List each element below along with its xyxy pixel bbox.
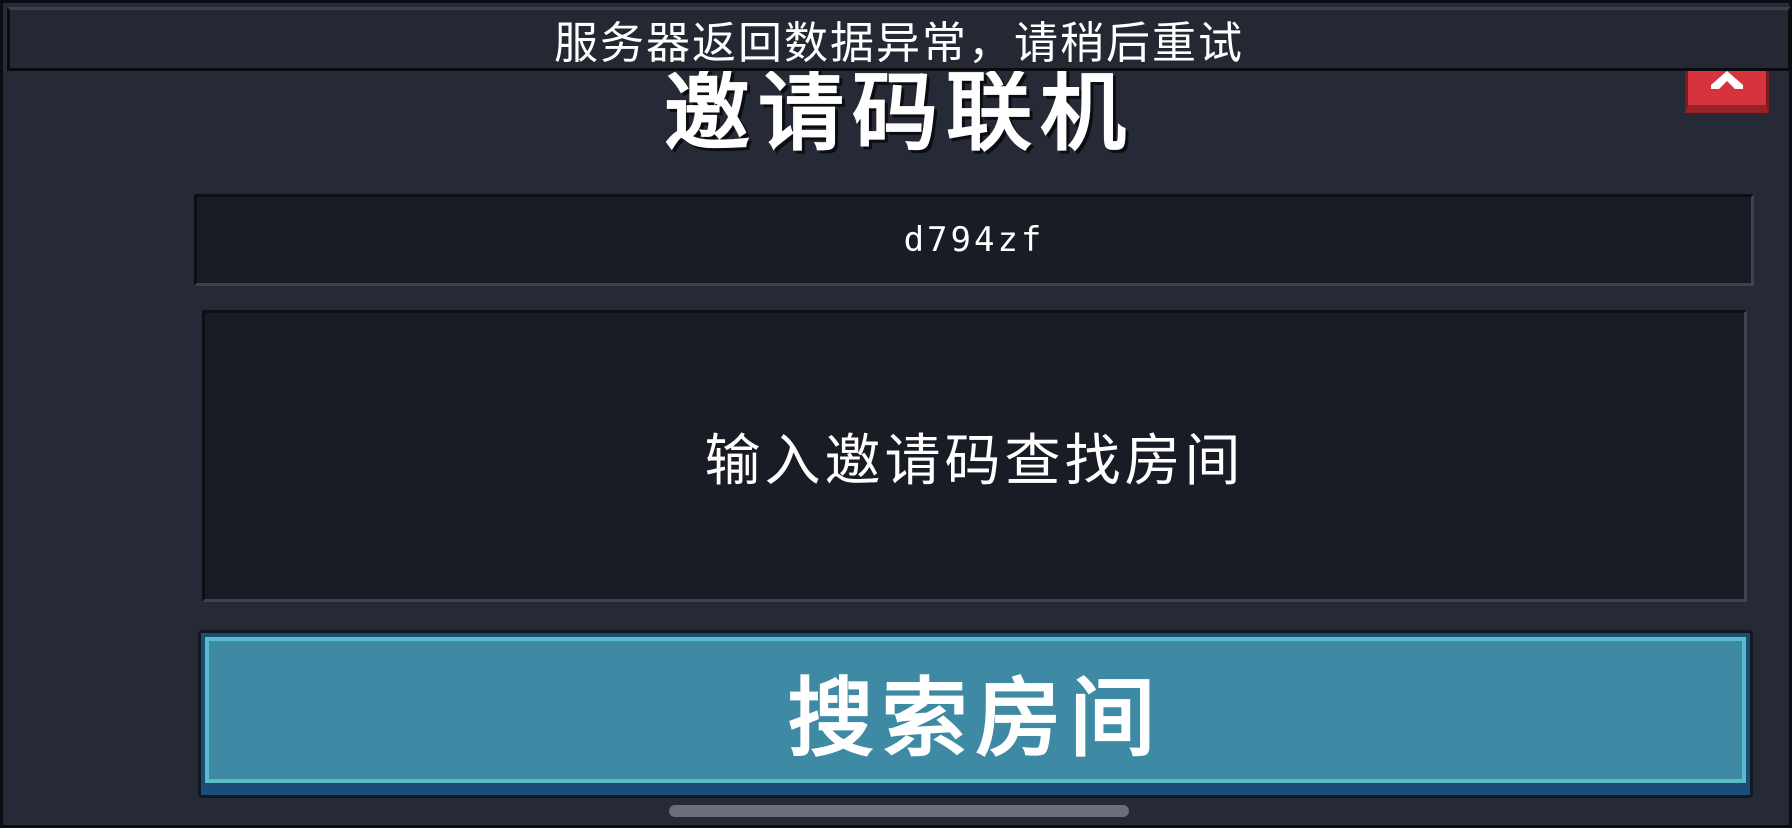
home-indicator[interactable] [669, 805, 1129, 817]
game-screen: 邀请码联机 输入邀请码查找房间 搜索房间 服务器返回数据异常，请稍后重试 [0, 0, 1792, 828]
error-toast: 服务器返回数据异常，请稍后重试 [7, 7, 1791, 71]
dialog-title: 邀请码联机 [664, 63, 1134, 163]
invite-code-input[interactable] [194, 194, 1754, 286]
error-toast-message: 服务器返回数据异常，请稍后重试 [554, 18, 1244, 69]
room-info-text: 输入邀请码查找房间 [704, 428, 1245, 494]
search-room-button-face: 搜索房间 [205, 637, 1746, 783]
search-room-button[interactable]: 搜索房间 [198, 630, 1753, 798]
room-result-panel: 输入邀请码查找房间 [202, 310, 1747, 602]
search-room-button-label: 搜索房间 [787, 668, 1164, 769]
